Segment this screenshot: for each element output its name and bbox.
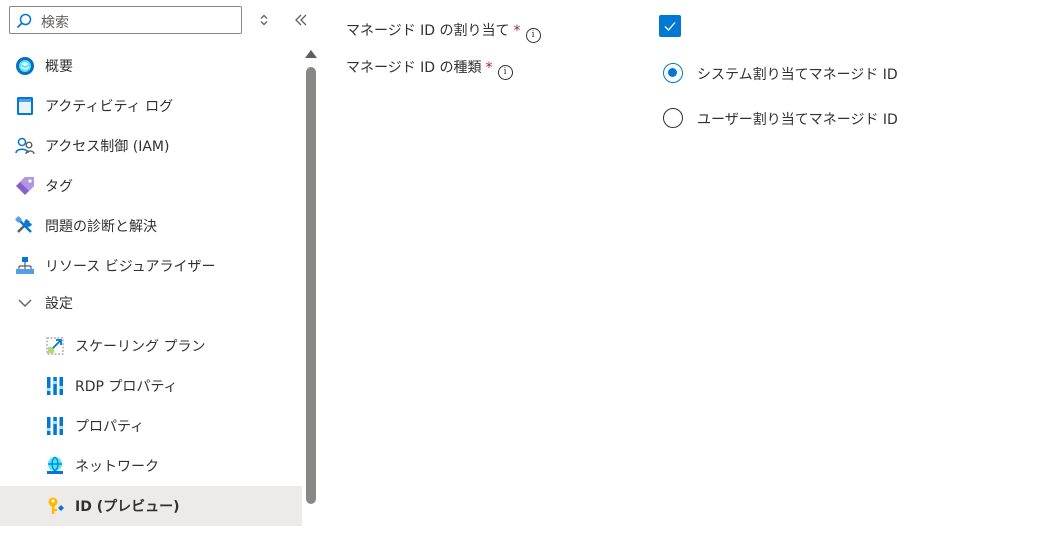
scrollbar-thumb[interactable] bbox=[306, 67, 316, 504]
hierarchy-icon bbox=[16, 257, 34, 274]
sidebar-item-properties[interactable]: プロパティ bbox=[0, 406, 302, 446]
radio-label: ユーザー割り当てマネージド ID bbox=[697, 112, 898, 128]
field-label-text: マネージド ID の種類 bbox=[346, 60, 482, 76]
sidebar-item-rdp-properties[interactable]: RDP プロパティ bbox=[0, 366, 302, 406]
tag-icon bbox=[16, 177, 34, 195]
scroll-up-arrow-icon[interactable] bbox=[305, 50, 317, 58]
sidebar-item-label: 問題の診断と解決 bbox=[45, 219, 157, 235]
properties-bars-icon bbox=[47, 377, 63, 395]
sidebar-item-overview[interactable]: 概要 bbox=[0, 46, 302, 86]
required-marker: * bbox=[513, 23, 521, 39]
info-icon[interactable]: i bbox=[525, 28, 541, 43]
radio-system-assigned[interactable]: システム割り当てマネージド ID bbox=[663, 63, 943, 87]
sidebar-item-activity-log[interactable]: アクティビティ ログ bbox=[0, 86, 302, 126]
sidebar-item-label: 概要 bbox=[45, 59, 73, 75]
sidebar-item-label: プロパティ bbox=[75, 419, 145, 435]
field-label-text: マネージド ID の割り当て bbox=[346, 23, 510, 39]
search-icon bbox=[16, 13, 32, 29]
radio-label: システム割り当てマネージド ID bbox=[697, 67, 898, 83]
tools-icon bbox=[15, 216, 32, 233]
managed-identity-type-label: マネージド ID の種類 * i bbox=[346, 57, 513, 80]
sidebar-item-scaling-plan[interactable]: スケーリング プラン bbox=[0, 326, 302, 366]
radio-user-assigned[interactable]: ユーザー割り当てマネージド ID bbox=[663, 108, 943, 132]
search-placeholder: 検索 bbox=[41, 15, 69, 31]
required-marker: * bbox=[485, 60, 493, 76]
sidebar-group-label: 設定 bbox=[45, 296, 73, 312]
double-chevron-left-icon bbox=[295, 14, 307, 26]
scaling-plan-icon bbox=[46, 337, 64, 355]
sidebar-item-diagnose[interactable]: 問題の診断と解決 bbox=[0, 206, 302, 246]
sidebar-item-label: アクセス制御 (IAM) bbox=[45, 139, 170, 155]
sidebar-item-resource-visualizer[interactable]: リソース ビジュアライザー bbox=[0, 246, 302, 286]
network-globe-icon bbox=[47, 456, 63, 474]
properties-bars-icon bbox=[47, 417, 63, 435]
sidebar-item-label: リソース ビジュアライザー bbox=[45, 259, 216, 275]
checkmark-icon bbox=[664, 22, 676, 31]
sidebar-item-label: タグ bbox=[45, 179, 73, 195]
radio-button[interactable] bbox=[663, 63, 683, 83]
chevron-down-icon bbox=[18, 299, 32, 307]
activity-log-icon bbox=[17, 97, 33, 115]
sidebar-item-tags[interactable]: タグ bbox=[0, 166, 302, 206]
sidebar-item-access-control[interactable]: アクセス制御 (IAM) bbox=[0, 126, 302, 166]
users-icon bbox=[15, 137, 35, 155]
search-input[interactable]: 検索 bbox=[9, 6, 242, 34]
sidebar-group-settings[interactable]: 設定 bbox=[0, 283, 302, 323]
sidebar-item-identity[interactable]: ID (プレビュー) bbox=[0, 486, 302, 526]
sidebar-item-label: アクティビティ ログ bbox=[45, 99, 174, 115]
sort-toggle-button[interactable] bbox=[256, 12, 272, 28]
radio-button[interactable] bbox=[663, 108, 683, 128]
collapse-sidebar-button[interactable] bbox=[292, 11, 310, 29]
key-icon bbox=[48, 497, 64, 514]
sidebar-item-networking[interactable]: ネットワーク bbox=[0, 446, 302, 486]
info-icon[interactable]: i bbox=[497, 65, 513, 80]
chevron-updown-icon bbox=[260, 14, 268, 26]
managed-identity-checkbox[interactable] bbox=[659, 15, 681, 37]
sidebar: 検索 概要 アクティビティ ログ アクセス制御 (IAM) タグ 問題の診断と解… bbox=[0, 0, 322, 534]
overview-icon bbox=[16, 57, 34, 75]
sidebar-item-label: ネットワーク bbox=[75, 459, 159, 475]
sidebar-item-label: ID (プレビュー) bbox=[75, 499, 180, 515]
managed-identity-assign-label: マネージド ID の割り当て * i bbox=[346, 20, 541, 43]
sidebar-item-label: RDP プロパティ bbox=[75, 379, 178, 395]
sidebar-item-label: スケーリング プラン bbox=[75, 339, 206, 355]
